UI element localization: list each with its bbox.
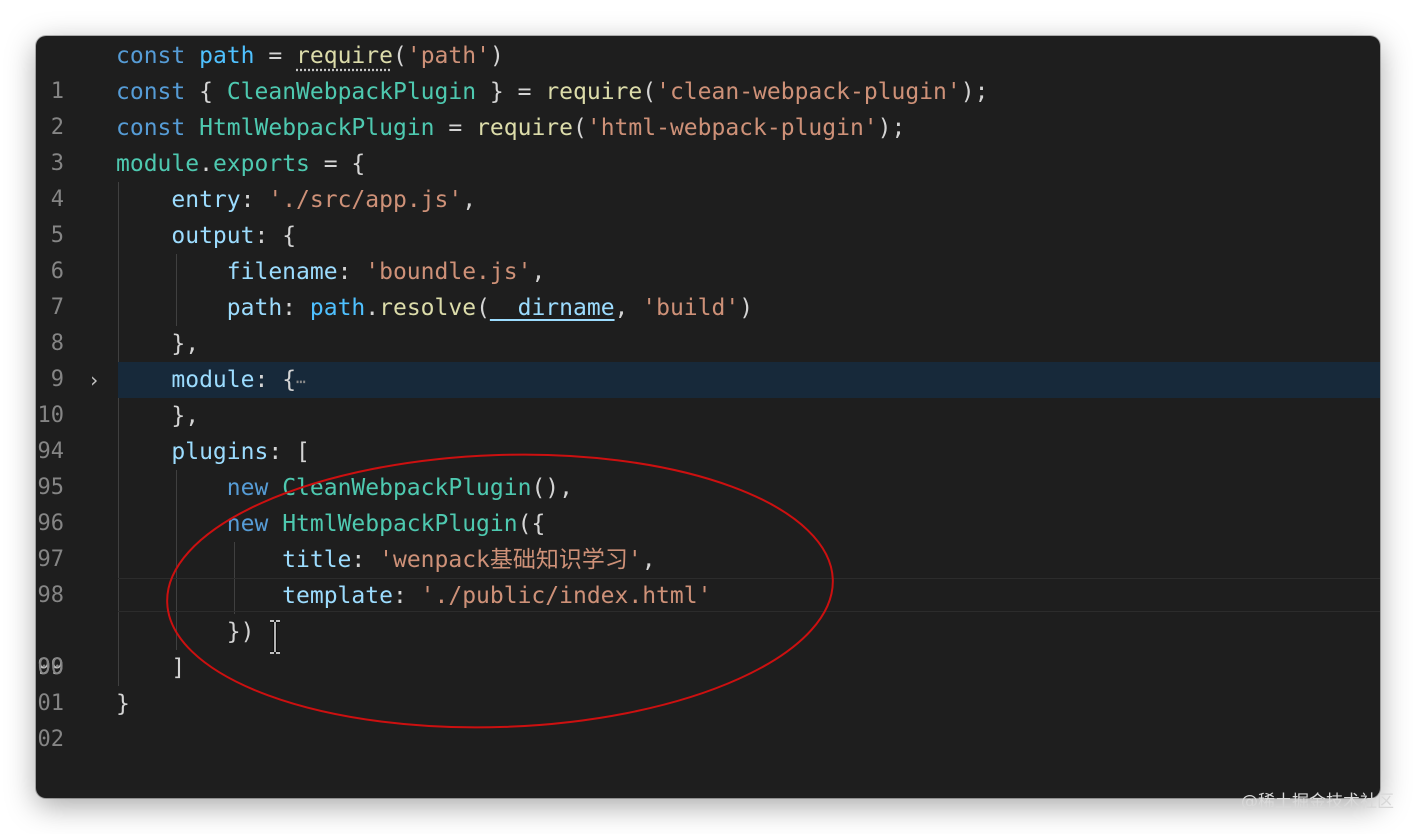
keyword: const	[116, 79, 186, 105]
punctuation: = {	[309, 151, 366, 177]
punctuation: =	[503, 79, 546, 105]
code-line-95[interactable]: 95 plugins: [	[36, 434, 1380, 500]
string-literal: 'path'	[406, 43, 490, 69]
string-literal: 'html-webpack-plugin'	[586, 115, 878, 141]
punctuation: :	[392, 583, 421, 609]
punctuation: ]	[171, 655, 186, 681]
punctuation: (	[642, 79, 657, 105]
code-line-01[interactable]: 01 ]	[36, 650, 1380, 716]
punctuation: },	[171, 403, 200, 429]
code-line-00[interactable]: 00 })	[36, 614, 1380, 680]
punctuation: ,	[641, 547, 656, 573]
property-key: entry	[171, 187, 241, 213]
property-key: plugins	[171, 439, 269, 465]
punctuation: {	[199, 79, 227, 105]
string-literal: 'wenpack基础知识学习'	[379, 547, 642, 573]
keyword: new	[226, 511, 269, 537]
punctuation: },	[171, 331, 200, 357]
function-name: require	[476, 115, 573, 141]
punctuation: .	[199, 151, 213, 177]
string-literal: './src/app.js'	[268, 187, 463, 213]
line-number: 02	[37, 727, 65, 752]
fold-chevron-icon[interactable]: ›	[86, 362, 102, 398]
identifier: module	[116, 151, 200, 177]
class-name: CleanWebpackPlugin	[282, 475, 532, 501]
string-literal: 'clean-webpack-plugin'	[656, 79, 961, 105]
property-key: title	[282, 547, 352, 573]
class-name: HtmlWebpackPlugin	[199, 115, 435, 141]
class-name: CleanWebpackPlugin	[226, 79, 477, 105]
identifier: path	[309, 295, 366, 321]
code-line-5[interactable]: 5 entry: './src/app.js',	[36, 182, 1380, 248]
line-number: 9	[50, 367, 64, 392]
punctuation: =	[434, 115, 477, 141]
identifier: path	[199, 43, 255, 69]
identifier: exports	[212, 151, 310, 177]
punctuation: ,	[462, 187, 477, 213]
punctuation: {	[282, 367, 297, 393]
keyword: const	[116, 115, 186, 141]
punctuation: })	[226, 619, 255, 645]
punctuation: .	[365, 295, 380, 321]
property-key: module	[171, 367, 255, 393]
punctuation: [	[296, 439, 310, 465]
code-line-1[interactable]: 1 const path = require('path')	[36, 38, 1380, 104]
function-name: require	[296, 43, 393, 69]
punctuation: }	[476, 79, 504, 105]
code-line-8[interactable]: 8 path: path.resolve(__dirname, 'build')	[36, 290, 1380, 356]
code-line-99-active[interactable]: 99 template: './public/index.html'	[36, 578, 1380, 680]
punctuation: {	[282, 223, 297, 249]
code-line-97[interactable]: 97 new HtmlWebpackPlugin({	[36, 506, 1380, 572]
property-key: output	[171, 223, 255, 249]
code-line-2[interactable]: 2 const { CleanWebpackPlugin } = require…	[36, 74, 1380, 140]
code-line-7[interactable]: 7 filename: 'boundle.js',	[36, 254, 1380, 320]
code-line-10-folded[interactable]: 10 › module: {⋯	[38, 362, 1380, 428]
property-key: path	[226, 295, 283, 321]
fold-ellipsis-icon[interactable]: ⋯	[296, 372, 306, 391]
code-line-6[interactable]: 6 output: {	[36, 218, 1380, 284]
punctuation: :	[337, 259, 366, 285]
function-name: resolve	[379, 295, 477, 321]
code-line-96[interactable]: 96 new CleanWebpackPlugin(),	[36, 470, 1380, 536]
punctuation: ,	[531, 259, 546, 285]
string-literal: 'build'	[642, 295, 740, 321]
punctuation: );	[960, 79, 989, 105]
punctuation: )	[489, 43, 504, 69]
code-editor-window: 1 const path = require('path') 2 const {…	[36, 36, 1380, 798]
punctuation: :	[254, 223, 283, 249]
punctuation: ,	[614, 295, 643, 321]
punctuation: }	[116, 691, 130, 717]
punctuation: (),	[531, 475, 573, 501]
function-name: require	[545, 79, 643, 105]
identifier: __dirname	[489, 295, 615, 321]
class-name: HtmlWebpackPlugin	[282, 511, 518, 537]
string-literal: './public/index.html'	[420, 583, 712, 609]
property-key: template	[282, 583, 393, 609]
punctuation: )	[739, 295, 754, 321]
code-line-94[interactable]: 94 },	[36, 398, 1380, 464]
text-cursor-icon	[270, 620, 280, 654]
punctuation: :	[240, 187, 269, 213]
keyword: const	[116, 43, 186, 69]
punctuation: );	[877, 115, 906, 141]
keyword: new	[226, 475, 269, 501]
watermark: @稀土掘金技术社区	[1241, 792, 1394, 812]
property-key: filename	[226, 259, 338, 285]
code-line-9[interactable]: 9 },	[36, 326, 1380, 392]
punctuation: (	[392, 43, 407, 69]
code-line-4[interactable]: 4 module.exports = {	[36, 146, 1380, 212]
punctuation: :	[282, 295, 310, 321]
punctuation: :	[254, 367, 283, 393]
code-line-3[interactable]: 3 const HtmlWebpackPlugin = require('htm…	[36, 110, 1380, 176]
code-line-02[interactable]: 02 }	[36, 686, 1380, 752]
punctuation: :	[351, 547, 380, 573]
punctuation: (	[476, 295, 490, 321]
code-line-98[interactable]: 98 title: 'wenpack基础知识学习',	[36, 542, 1380, 608]
punctuation: =	[254, 43, 297, 69]
punctuation: ({	[517, 511, 546, 537]
punctuation: :	[268, 439, 297, 465]
string-literal: 'boundle.js'	[365, 259, 532, 285]
punctuation: (	[573, 115, 587, 141]
